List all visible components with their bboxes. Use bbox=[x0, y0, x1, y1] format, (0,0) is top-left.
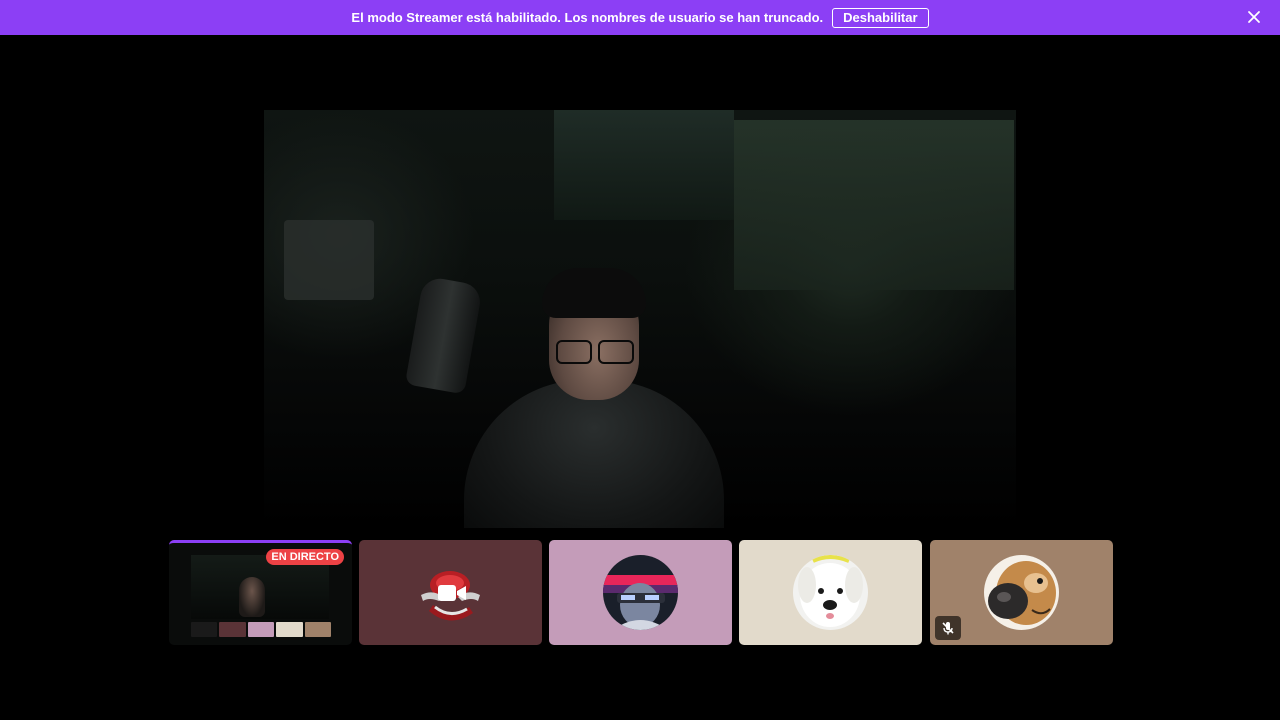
person-glasses bbox=[556, 340, 636, 364]
stream-preview-tile[interactable]: EN DIRECTO bbox=[169, 540, 352, 645]
stream-preview-tiles bbox=[191, 622, 332, 637]
background-wall bbox=[734, 120, 1014, 290]
main-stream-video[interactable] bbox=[264, 110, 1016, 528]
banner-message: El modo Streamer está habilitado. Los no… bbox=[351, 10, 824, 25]
participant-tile-3[interactable] bbox=[739, 540, 922, 645]
background-object bbox=[284, 220, 374, 300]
participant-tile-2[interactable] bbox=[549, 540, 732, 645]
person-body bbox=[464, 380, 724, 528]
disable-streamer-mode-button[interactable]: Deshabilitar bbox=[832, 7, 929, 28]
live-badge: EN DIRECTO bbox=[266, 549, 344, 565]
brown-dog-avatar bbox=[984, 555, 1059, 630]
stream-preview-person bbox=[239, 577, 265, 617]
call-window: El modo Streamer está habilitado. Los no… bbox=[0, 0, 1280, 720]
close-icon[interactable] bbox=[1246, 9, 1262, 25]
mic-muted-icon bbox=[935, 616, 961, 640]
neon-character-avatar bbox=[603, 555, 678, 630]
participant-tile-4[interactable] bbox=[930, 540, 1113, 645]
camera-icon bbox=[438, 585, 466, 601]
chair bbox=[404, 275, 484, 395]
background-shelf bbox=[554, 110, 734, 220]
streamer-mode-banner: El modo Streamer está habilitado. Los no… bbox=[0, 0, 1280, 35]
white-dog-avatar bbox=[793, 555, 868, 630]
participant-tile-1[interactable] bbox=[359, 540, 542, 645]
person-hair bbox=[542, 268, 646, 318]
